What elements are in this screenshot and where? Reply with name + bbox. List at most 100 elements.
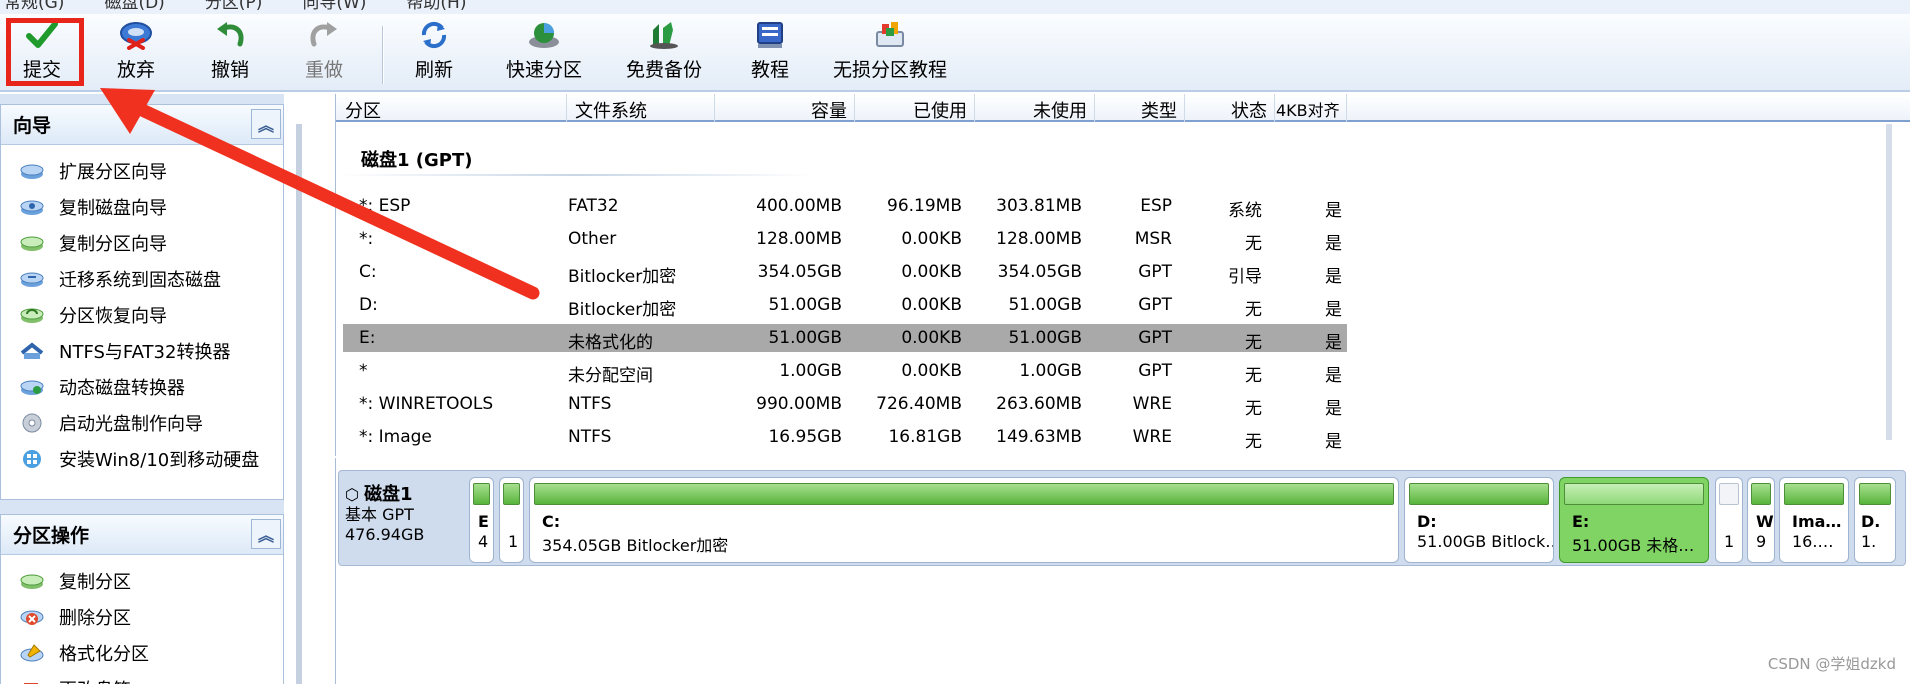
column-divider[interactable] bbox=[714, 94, 715, 122]
discard-button[interactable]: 放弃 bbox=[108, 18, 164, 88]
column-divider[interactable] bbox=[1346, 94, 1347, 122]
partition-block-unallocated[interactable]: 1 bbox=[1715, 477, 1743, 563]
cell-type: ESP bbox=[1140, 196, 1172, 216]
collapse-wizard-button[interactable]: ︽ bbox=[251, 109, 281, 139]
wizard-item-label: 复制磁盘向导 bbox=[59, 198, 167, 219]
cell-filesystem: NTFS bbox=[568, 394, 612, 414]
left-panel-scrollbar[interactable] bbox=[296, 124, 302, 684]
op-change-letter[interactable]: 更改盘符 bbox=[1, 671, 283, 684]
partition-block-e-selected[interactable]: E: 51.00GB 未格… bbox=[1559, 477, 1709, 563]
table-row[interactable]: C: Bitlocker加密 354.05GB 0.00KB 354.05GB … bbox=[343, 258, 1347, 287]
lossless-tutorial-button[interactable]: 无损分区教程 bbox=[832, 18, 948, 88]
col-filesystem[interactable]: 文件系统 bbox=[575, 97, 647, 123]
tutorial-icon bbox=[753, 19, 787, 51]
usage-bar bbox=[473, 483, 490, 505]
watermark: CSDN @学姐dzkd bbox=[1767, 655, 1896, 673]
partition-block[interactable]: D. 1. bbox=[1854, 477, 1896, 563]
wizard-item-partition-recovery[interactable]: 分区恢复向导 bbox=[1, 297, 283, 333]
wizard-item-dynamic-disk[interactable]: 动态磁盘转换器 bbox=[1, 369, 283, 405]
column-divider[interactable] bbox=[1274, 94, 1275, 122]
tutorial-button[interactable]: 教程 bbox=[742, 18, 798, 88]
partition-block[interactable]: E 4 bbox=[469, 477, 494, 563]
table-row[interactable]: *: WINRETOOLS NTFS 990.00MB 726.40MB 263… bbox=[343, 390, 1347, 419]
partition-block-c[interactable]: C: 354.05GB Bitlocker加密 bbox=[529, 477, 1399, 563]
table-row[interactable]: D: Bitlocker加密 51.00GB 0.00KB 51.00GB GP… bbox=[343, 291, 1347, 320]
partition-block[interactable]: 1 bbox=[499, 477, 524, 563]
menu-partition[interactable]: 分区(P) bbox=[205, 0, 263, 13]
column-divider[interactable] bbox=[974, 94, 975, 122]
column-divider[interactable] bbox=[854, 94, 855, 122]
partition-name: Ima… bbox=[1792, 512, 1842, 531]
cell-used: 16.81GB bbox=[888, 427, 962, 447]
disk-info[interactable]: ⬡ 磁盘1 基本 GPT 476.94GB bbox=[345, 485, 424, 545]
app-window: 常规(G) 磁盘(D) 分区(P) 向导(W) 帮助(H) 提交 放弃 撤销 重… bbox=[0, 0, 1910, 684]
partition-name: E: bbox=[1572, 512, 1590, 531]
col-4k-align[interactable]: 4KB对齐 bbox=[1276, 97, 1340, 121]
ntfs-fat32-icon bbox=[19, 340, 45, 362]
column-divider[interactable] bbox=[1094, 94, 1095, 122]
partition-table: 分区 文件系统 容量 已使用 未使用 类型 状态 4KB对齐 磁盘1 (GPT)… bbox=[335, 94, 1910, 456]
menu-general[interactable]: 常规(G) bbox=[4, 0, 64, 13]
table-row[interactable]: *: Other 128.00MB 0.00KB 128.00MB MSR 无 … bbox=[343, 225, 1347, 254]
menu-wizard[interactable]: 向导(W) bbox=[302, 0, 366, 13]
refresh-button[interactable]: 刷新 bbox=[406, 18, 462, 88]
partition-block[interactable]: W 9 bbox=[1747, 477, 1775, 563]
op-delete-partition[interactable]: 删除分区 bbox=[1, 599, 283, 635]
cell-partition: D: bbox=[359, 295, 378, 315]
partition-block-image[interactable]: Ima… 16.… bbox=[1779, 477, 1849, 563]
menu-help[interactable]: 帮助(H) bbox=[406, 0, 466, 13]
windows-usb-icon bbox=[19, 448, 45, 470]
disk-group-title[interactable]: 磁盘1 (GPT) bbox=[361, 146, 473, 172]
cell-used: 0.00KB bbox=[901, 361, 962, 381]
cell-used: 96.19MB bbox=[887, 196, 962, 216]
usage-bar bbox=[1564, 483, 1704, 505]
partition-name: W bbox=[1756, 512, 1774, 531]
cell-capacity: 51.00GB bbox=[768, 328, 842, 348]
col-capacity[interactable]: 容量 bbox=[716, 97, 847, 123]
quick-partition-button[interactable]: 快速分区 bbox=[504, 18, 584, 88]
cell-capacity: 400.00MB bbox=[756, 196, 842, 216]
cell-filesystem: Other bbox=[568, 229, 617, 249]
wizard-item-label: 扩展分区向导 bbox=[59, 162, 167, 183]
wizard-item-boot-disc[interactable]: 启动光盘制作向导 bbox=[1, 405, 283, 441]
disk-map-bar[interactable]: ⬡ 磁盘1 基本 GPT 476.94GB E 4 1 C: 354.05GB … bbox=[338, 470, 1906, 566]
wizard-item-copy-partition[interactable]: 复制分区向导 bbox=[1, 225, 283, 261]
quick-partition-icon bbox=[527, 19, 561, 51]
wizard-section-header[interactable]: 向导 ︽ bbox=[1, 105, 283, 145]
table-row[interactable]: *: ESP FAT32 400.00MB 96.19MB 303.81MB E… bbox=[343, 192, 1347, 221]
column-divider[interactable] bbox=[1184, 94, 1185, 122]
undo-button[interactable]: 撤销 bbox=[202, 18, 258, 88]
table-row[interactable]: * 未分配空间 1.00GB 0.00KB 1.00GB GPT 无 是 bbox=[343, 357, 1347, 386]
column-divider[interactable] bbox=[566, 94, 567, 122]
table-row-selected[interactable]: E: 未格式化的 51.00GB 0.00KB 51.00GB GPT 无 是 bbox=[343, 324, 1347, 353]
wizard-item-install-win[interactable]: 安装Win8/10到移动硬盘 bbox=[1, 441, 283, 477]
disk-name: 磁盘1 bbox=[364, 484, 413, 505]
usage-bar bbox=[1409, 483, 1549, 505]
col-status[interactable]: 状态 bbox=[1186, 97, 1267, 123]
partition-ops-header[interactable]: 分区操作 ︽ bbox=[1, 515, 283, 555]
wizard-item-extend-partition[interactable]: 扩展分区向导 bbox=[1, 153, 283, 189]
wizard-item-label: 动态磁盘转换器 bbox=[59, 378, 185, 399]
col-type[interactable]: 类型 bbox=[1096, 97, 1177, 123]
menu-disk[interactable]: 磁盘(D) bbox=[104, 0, 164, 13]
col-used[interactable]: 已使用 bbox=[856, 97, 967, 123]
wizard-item-ntfs-fat32[interactable]: NTFS与FAT32转换器 bbox=[1, 333, 283, 369]
redo-button[interactable]: 重做 bbox=[296, 18, 352, 88]
op-format-partition[interactable]: 格式化分区 bbox=[1, 635, 283, 671]
cell-align: 是 bbox=[1325, 267, 1342, 287]
partition-info: 4 bbox=[478, 532, 489, 551]
table-scrollbar[interactable] bbox=[1886, 124, 1892, 440]
table-row[interactable]: *: Image NTFS 16.95GB 16.81GB 149.63MB W… bbox=[343, 423, 1347, 452]
free-backup-button[interactable]: 免费备份 bbox=[624, 18, 704, 88]
col-partition[interactable]: 分区 bbox=[345, 97, 381, 123]
toolbar-separator bbox=[382, 26, 384, 84]
cell-partition: *: Image bbox=[359, 427, 432, 447]
wizard-item-migrate-ssd[interactable]: 迁移系统到固态磁盘 bbox=[1, 261, 283, 297]
wizard-item-copy-disk[interactable]: 复制磁盘向导 bbox=[1, 189, 283, 225]
cell-partition: *: bbox=[359, 229, 374, 249]
col-unused[interactable]: 未使用 bbox=[976, 97, 1087, 123]
op-copy-partition[interactable]: 复制分区 bbox=[1, 563, 283, 599]
partition-name: E bbox=[478, 512, 489, 531]
collapse-partition-ops-button[interactable]: ︽ bbox=[251, 519, 281, 549]
partition-block-d[interactable]: D: 51.00GB Bitlock… bbox=[1404, 477, 1554, 563]
